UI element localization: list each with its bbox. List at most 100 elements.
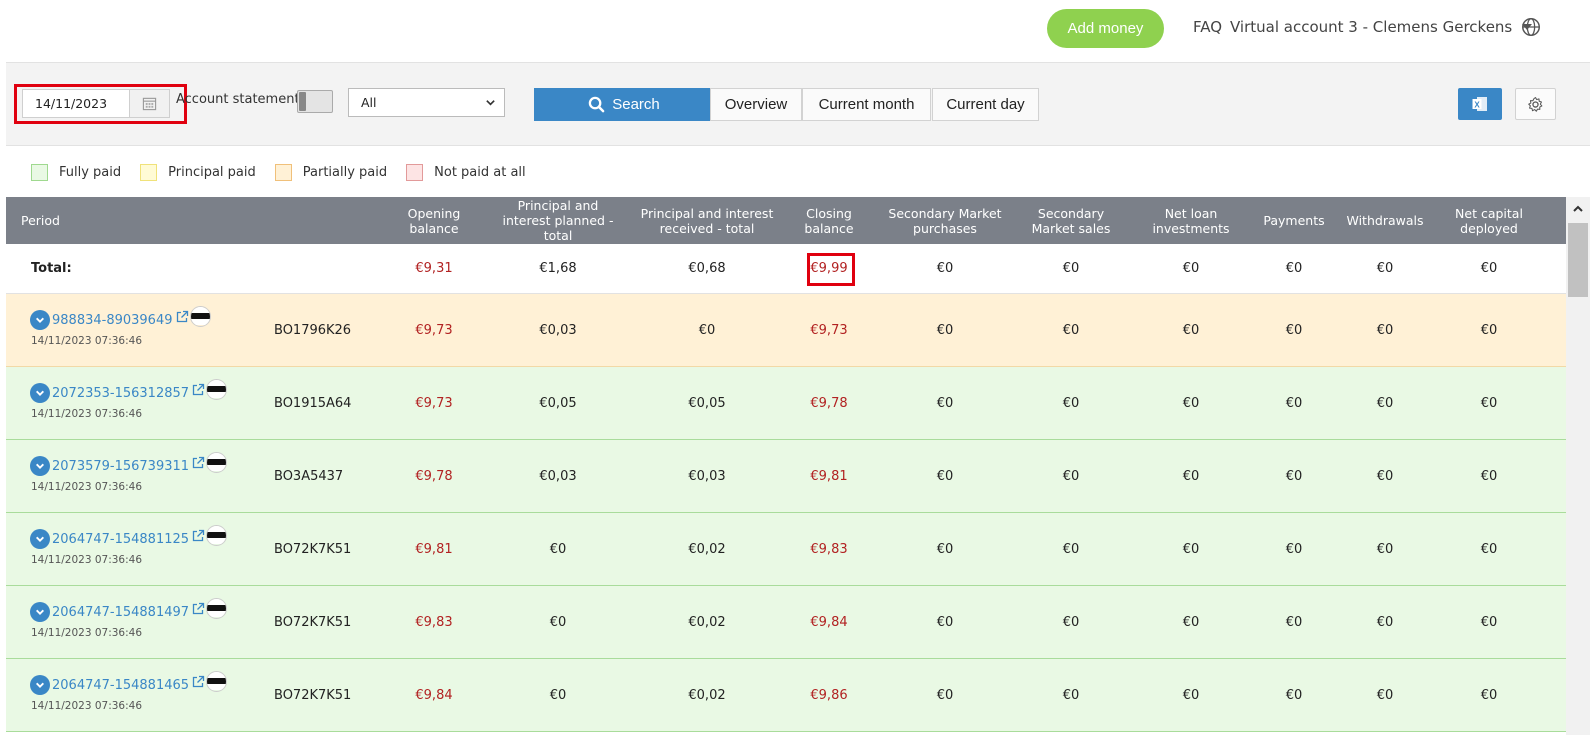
loan-code: BO72K7K51 [274,687,352,703]
loan-datetime: 14/11/2023 07:36:46 [31,627,143,639]
cell-received-total: €0,02 [688,614,726,630]
search-button[interactable]: Search [534,88,714,121]
table-header: Period Opening balance Principal and int… [6,197,1566,244]
excel-icon: X [1472,97,1487,111]
calendar-icon[interactable] [129,90,169,117]
column-header-opening-balance[interactable]: Opening balance [394,197,474,244]
account-statement-label: Account statement [176,92,300,107]
scroll-thumb[interactable] [1568,223,1588,297]
add-money-button[interactable]: Add money [1047,9,1164,48]
cell-payments: €0 [1285,468,1303,484]
expand-icon[interactable] [30,602,50,622]
cell-received-total: €0 [698,322,716,338]
gear-icon [1528,96,1543,112]
expand-icon[interactable] [30,383,50,403]
cell-received-total: €0,02 [688,541,726,557]
table-scrollbar[interactable] [1566,197,1590,735]
chevron-up-icon [1573,205,1583,212]
globe-icon[interactable] [1520,16,1542,38]
filter-select[interactable]: All [348,88,505,117]
total-label: Total: [31,261,72,276]
cell-sm-purchases: €0 [936,322,954,338]
total-received: €0,68 [688,261,726,276]
settings-button[interactable] [1515,88,1556,120]
cell-closing-balance: €9,81 [810,468,848,484]
column-header-sm-sales[interactable]: Secondary Market sales [1026,197,1116,244]
table-row: 2073579-156739311 14/11/2023 07:36:46 BO3A… [6,440,1566,513]
cell-net-loan-investments: €0 [1182,468,1200,484]
loan-id-link[interactable]: 2064747-154881465 [52,678,189,693]
legend-principal-paid: Principal paid [140,163,256,181]
loan-line: 2072353-156312857 [30,378,228,403]
loan-line: 2064747-154881497 [30,597,228,622]
cell-sm-sales: €0 [1062,395,1080,411]
total-net-capital: €0 [1480,261,1498,276]
cell-net-loan-investments: €0 [1182,687,1200,703]
cell-net-loan-investments: €0 [1182,614,1200,630]
faq-link[interactable]: FAQ [1193,18,1222,36]
column-header-sm-purchases[interactable]: Secondary Market purchases [886,197,1004,244]
account-statement-toggle[interactable] [297,90,333,113]
expand-icon[interactable] [30,529,50,549]
expand-icon[interactable] [30,456,50,476]
external-link-icon[interactable] [175,310,189,324]
toggle-knob [299,92,306,111]
loan-id-link[interactable]: 2064747-154881497 [52,605,189,620]
cell-payments: €0 [1285,614,1303,630]
cell-planned-total: €0 [549,614,567,630]
scroll-up-arrow[interactable] [1566,197,1590,221]
cell-sm-purchases: €0 [936,687,954,703]
loan-datetime: 14/11/2023 07:36:46 [31,481,143,493]
column-header-period[interactable]: Period [6,197,206,244]
column-header-payments[interactable]: Payments [1254,197,1334,244]
loan-datetime: 14/11/2023 07:36:46 [31,554,143,566]
external-link-icon[interactable] [191,675,205,689]
cell-sm-purchases: €0 [936,395,954,411]
column-header-net-loan-investments[interactable]: Net loan investments [1151,197,1231,244]
search-icon [588,96,605,113]
legend-swatch [274,163,292,181]
loan-id-link[interactable]: 2064747-154881125 [52,532,189,547]
cell-withdrawals: €0 [1376,614,1394,630]
external-link-icon[interactable] [191,602,205,616]
loan-cell: 2064747-154881465 14/11/2023 07:36:46 [30,670,228,712]
cell-planned-total: €0 [549,687,567,703]
expand-icon[interactable] [30,310,50,330]
external-link-icon[interactable] [191,383,205,397]
date-picker[interactable]: 14/11/2023 [22,89,170,118]
overview-button[interactable]: Overview [710,88,802,121]
loan-id-link[interactable]: 988834-89039649 [52,313,173,328]
external-link-icon[interactable] [191,456,205,470]
column-header-net-capital-deployed[interactable]: Net capital deployed [1444,197,1534,244]
column-header-received-total[interactable]: Principal and interest received - total [639,197,775,244]
loan-cell: 2072353-156312857 14/11/2023 07:36:46 [30,378,228,420]
loan-id-link[interactable]: 2072353-156312857 [52,386,189,401]
cell-sm-purchases: €0 [936,614,954,630]
current-day-button[interactable]: Current day [932,88,1039,121]
expand-icon[interactable] [30,675,50,695]
excel-export-button[interactable]: X [1458,88,1502,120]
loan-cell: 988834-89039649 14/11/2023 07:36:46 [30,305,211,347]
cell-sm-sales: €0 [1062,541,1080,557]
column-header-withdrawals[interactable]: Withdrawals [1340,197,1430,244]
current-month-button[interactable]: Current month [802,88,931,121]
total-opening-balance: €9,31 [415,261,453,276]
external-link-icon[interactable] [191,529,205,543]
table-row: 2064747-154881465 14/11/2023 07:36:46 BO72… [6,659,1566,732]
total-withdrawals: €0 [1376,261,1394,276]
table-row: 2064747-154881125 14/11/2023 07:36:46 BO72… [6,513,1566,586]
loan-line: 2073579-156739311 [30,451,228,476]
cell-opening-balance: €9,78 [415,468,453,484]
cell-net-capital-deployed: €0 [1480,395,1498,411]
cell-net-loan-investments: €0 [1182,541,1200,557]
chevron-down-icon [486,100,495,106]
table-row: 988834-89039649 14/11/2023 07:36:46 BO1796… [6,294,1566,367]
account-selector[interactable]: Virtual account 3 - Clemens Gerckens [1230,18,1533,36]
cell-sm-sales: €0 [1062,322,1080,338]
cell-opening-balance: €9,83 [415,614,453,630]
column-header-planned-total[interactable]: Principal and interest planned - total [493,197,623,244]
column-header-closing-balance[interactable]: Closing balance [799,197,859,244]
loan-line: 988834-89039649 [30,305,211,330]
loan-id-link[interactable]: 2073579-156739311 [52,459,189,474]
date-field[interactable]: 14/11/2023 [23,90,129,117]
